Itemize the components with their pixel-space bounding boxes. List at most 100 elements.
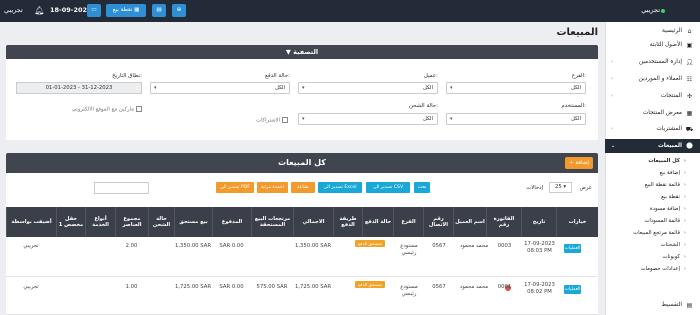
- search-input[interactable]: [94, 182, 149, 194]
- sidebar-item-installments[interactable]: ▤ التقسيط: [605, 299, 700, 312]
- column-header[interactable]: تاريخ: [521, 207, 556, 237]
- business-name: تجريبي: [641, 6, 660, 14]
- branch-value: الكل: [570, 85, 581, 91]
- invoice-number[interactable]: 0003: [487, 243, 522, 250]
- filter-icon: ▼: [285, 48, 291, 56]
- sidebar-item-label: العملاء و الموردين: [638, 76, 682, 82]
- bell-icon[interactable]: 🔔︎: [34, 5, 45, 16]
- payment-status-badge[interactable]: مستحق الدفع: [355, 281, 385, 288]
- sidebar-item-home[interactable]: ⌂ الرئيسية: [605, 25, 700, 38]
- column-header[interactable]: أضيفت بواسطة: [6, 207, 56, 237]
- date-range-label: نطاق التاريخ:: [112, 73, 142, 79]
- total-items: 2.00: [125, 243, 138, 249]
- payment-status-label: حالة الدفع:: [265, 73, 290, 79]
- paid-amount: SAR 0.00: [219, 284, 244, 290]
- sidebar-item-sales[interactable]: ⬤ ⌄ المبيعات: [605, 139, 700, 153]
- column-header[interactable]: الفاتورة رقم: [486, 207, 521, 237]
- chevron-left-icon: ‹: [611, 59, 613, 65]
- sidebar-sub-pos-list[interactable]: قائمة نقطة البيع: [605, 180, 700, 191]
- column-header[interactable]: خيارات: [556, 207, 598, 237]
- sidebar-item-products[interactable]: ✣ ‹ المنتجات: [605, 90, 700, 103]
- sidebar-sub-label: إضافة مسودة: [649, 206, 680, 212]
- money-icon[interactable]: ▭: [87, 4, 101, 17]
- page-title: المبيعات: [556, 27, 599, 38]
- actions-button[interactable]: العمليات: [564, 244, 581, 253]
- sidebar-sub-label: الشحنات: [660, 242, 680, 248]
- sidebar-sub-shipments[interactable]: الشحنات: [605, 240, 700, 251]
- branch-select[interactable]: ▾ الكل: [446, 82, 586, 94]
- sidebar-item-user-management[interactable]: 👤︎ ‹ إدارة المستخدمين: [605, 56, 700, 69]
- calculator-icon[interactable]: ▤: [152, 4, 166, 17]
- chevron-down-icon: ▾: [450, 116, 453, 122]
- column-header[interactable]: حالة الشحن: [148, 207, 174, 237]
- sidebar-sub-coupons[interactable]: كوبونات: [605, 252, 700, 263]
- payment-status-badge[interactable]: مستحق الدفع: [355, 240, 385, 247]
- assets-icon: ▣: [686, 42, 693, 49]
- sidebar-sub-sales-returns[interactable]: قائمة مرتجع المبيعات: [605, 228, 700, 239]
- column-header[interactable]: مرتجعات البيع المستحقة: [251, 207, 293, 237]
- actions-button[interactable]: العمليات: [564, 285, 581, 294]
- gallery-icon: ▦: [686, 110, 693, 117]
- filter-panel-toggle[interactable]: ▼ التصفية: [6, 45, 598, 59]
- column-header[interactable]: رقم الاتصال: [423, 207, 453, 237]
- sidebar-sub-pos[interactable]: نقطة بيع: [605, 192, 700, 203]
- column-header[interactable]: أنواع الخدمة: [85, 207, 115, 237]
- column-header[interactable]: حالة الدفع: [362, 207, 393, 237]
- sidebar-item-product-gallery[interactable]: ▦ معرض المنتجات: [605, 107, 700, 120]
- user-select[interactable]: ▾ الكل: [446, 113, 586, 125]
- sidebar-sub-add-draft[interactable]: إضافة مسودة: [605, 204, 700, 215]
- plus-circle-icon[interactable]: ⊕: [172, 4, 186, 17]
- sidebar-item-purchases[interactable]: ⛟ ‹ المشتريات: [605, 123, 700, 136]
- sidebar-sub-drafts-list[interactable]: قائمة المسودات: [605, 216, 700, 227]
- export-button[interactable]: بحث: [414, 182, 430, 193]
- sidebar-item-label: المشتريات: [656, 126, 682, 132]
- add-sale-button[interactable]: + إضافة: [565, 157, 593, 169]
- export-pdf-button[interactable]: تصدير الى PDF: [216, 182, 254, 193]
- export-csv-button[interactable]: تصدير الى CSV: [366, 182, 410, 193]
- date-range-input[interactable]: 01-01-2023 - 31-12-2023: [16, 82, 142, 94]
- column-header[interactable]: الفرع: [393, 207, 423, 237]
- shipping-status-select[interactable]: ▾ الكل: [298, 113, 438, 125]
- payment-status-select[interactable]: ▾ الكل: [150, 82, 290, 94]
- export-excel-button[interactable]: تصدير الى Excel: [318, 182, 362, 193]
- sidebar-sub-add-sale[interactable]: إضافة بيع: [605, 168, 700, 179]
- column-header[interactable]: بيع مستحق: [174, 207, 212, 237]
- sidebar-sub-label: إعدادات خصومات: [640, 266, 680, 272]
- sidebar-item-contacts[interactable]: ☷ ‹ العملاء و الموردين: [605, 73, 700, 86]
- contact-number: 0567: [432, 243, 446, 249]
- chevron-left-icon: ‹: [611, 76, 613, 82]
- home-icon: ⌂: [687, 28, 692, 35]
- column-header[interactable]: المدفوع: [212, 207, 251, 237]
- column-header[interactable]: حقل مخصص 1: [56, 207, 85, 237]
- website-checkbox[interactable]: ماركين مع الموقع الالكتروني: [72, 106, 142, 113]
- customer-select[interactable]: ▾ الكل: [298, 82, 438, 94]
- sidebar-sub-discounts[interactable]: إعدادات خصومات: [605, 264, 700, 275]
- added-by: تجريبي: [23, 284, 39, 290]
- shipping-status-label: حالة الشحن:: [408, 103, 438, 109]
- sidebar-item-fixed-assets[interactable]: ▣ الأصول الثابتة: [605, 39, 700, 52]
- page-length-select[interactable]: 25 ▾: [549, 182, 572, 193]
- checkbox-icon: [282, 117, 288, 123]
- sidebar-item-label: الأصول الثابتة: [649, 42, 682, 48]
- sales-icon: ⬤: [686, 142, 693, 149]
- chevron-down-icon: ⌄: [611, 143, 616, 149]
- total-amount: 1,725.00 SAR: [294, 284, 332, 290]
- sidebar-sub-all-sales[interactable]: كل المبيعات: [605, 156, 700, 167]
- column-header[interactable]: طريقة الدفع: [333, 207, 362, 237]
- column-header[interactable]: اسم العميل: [453, 207, 486, 237]
- online-status-icon: [661, 9, 665, 13]
- installments-icon: ▤: [686, 302, 693, 309]
- subscriptions-checkbox[interactable]: الاشتراكات: [256, 117, 288, 124]
- column-header[interactable]: مجموع العناصر: [115, 207, 148, 237]
- table-row[interactable]: العمليات 17-09-2023 08:03 PM 0003 محمد م…: [6, 237, 598, 277]
- column-header[interactable]: الاجمالي: [293, 207, 333, 237]
- print-button[interactable]: طباعة: [291, 182, 315, 193]
- sell-due: 1,350.00 SAR: [174, 243, 212, 249]
- pos-button[interactable]: نقطة بيع ▦: [106, 4, 146, 17]
- filter-panel: الفرع: ▾ الكل عميل: ▾ الكل حالة الدفع: ▾ ال…: [6, 59, 598, 140]
- column-visibility-button[interactable]: اعمدة مرئية: [257, 182, 288, 193]
- invoice-number[interactable]: 0001: [487, 284, 522, 291]
- paid-amount: SAR 0.00: [219, 243, 244, 249]
- user-menu[interactable]: تجريبي: [4, 6, 23, 14]
- table-row[interactable]: العمليات 17-09-2023 08:02 PM 0001 محمد م…: [6, 278, 598, 315]
